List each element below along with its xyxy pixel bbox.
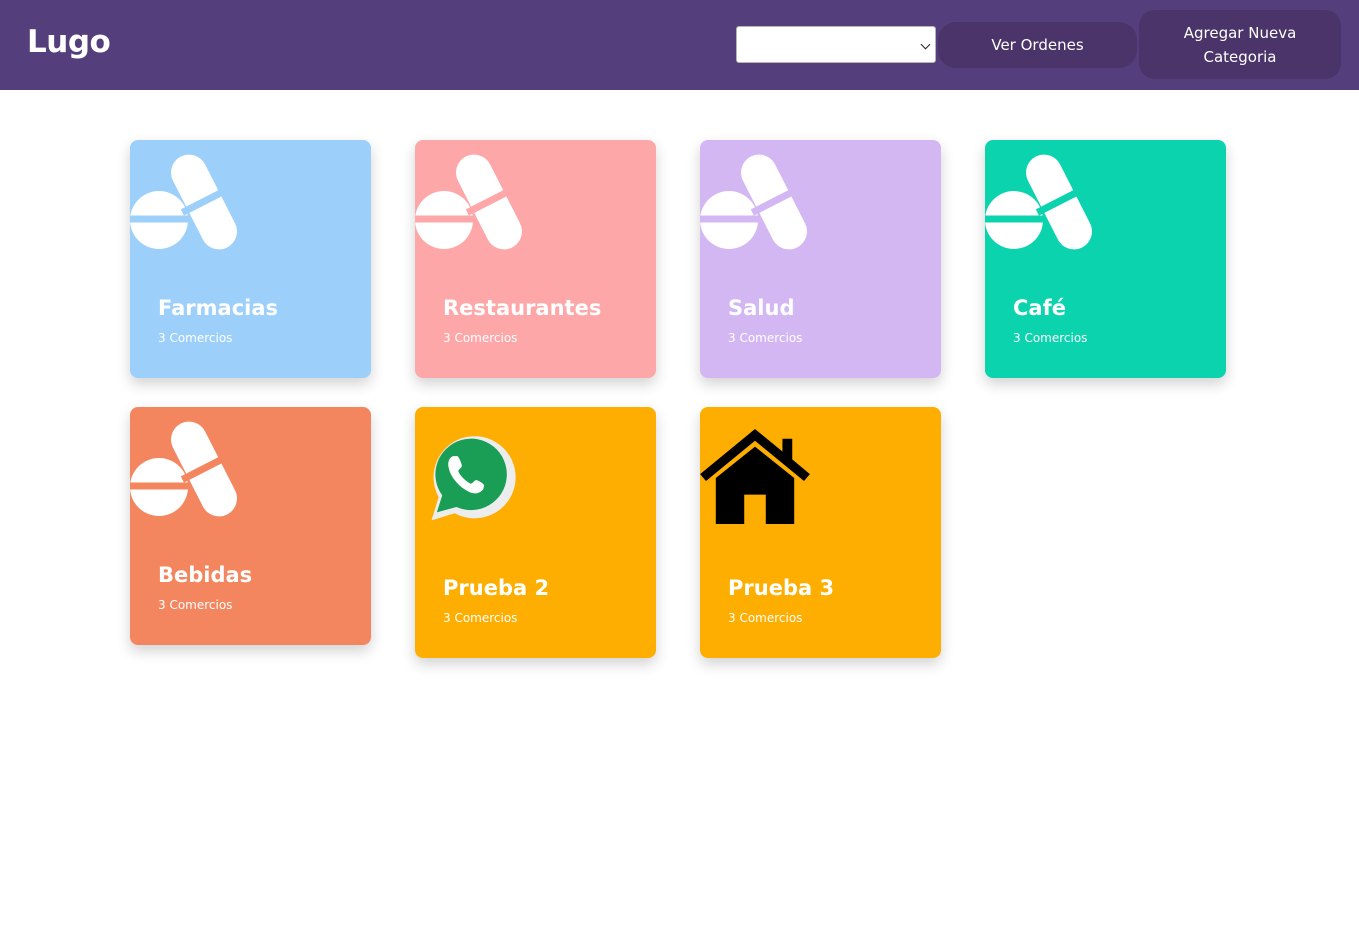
category-subtitle: 3 Comercios (443, 331, 518, 345)
category-card-prueba-3[interactable]: Prueba 3 3 Comercios (700, 407, 941, 658)
category-title: Café (1013, 296, 1066, 320)
pills-icon (130, 154, 237, 250)
chevron-down-icon (920, 39, 931, 50)
category-subtitle: 3 Comercios (728, 331, 803, 345)
brand-logo[interactable]: Lugo (27, 22, 111, 62)
top-navbar: Lugo Ver Ordenes Agregar Nueva Categoria (0, 0, 1359, 90)
view-orders-button[interactable]: Ver Ordenes (938, 22, 1137, 68)
category-card-prueba-2[interactable]: Prueba 2 3 Comercios (415, 407, 656, 658)
pills-icon (130, 421, 237, 517)
pills-icon (985, 154, 1092, 250)
house-icon (700, 429, 810, 525)
add-category-button[interactable]: Agregar Nueva Categoria (1139, 10, 1341, 79)
category-subtitle: 3 Comercios (158, 598, 233, 612)
category-subtitle: 3 Comercios (1013, 331, 1088, 345)
category-card-salud[interactable]: Salud 3 Comercios (700, 140, 941, 378)
category-title: Prueba 3 (728, 576, 835, 600)
category-title: Restaurantes (443, 296, 602, 320)
category-subtitle: 3 Comercios (728, 611, 803, 625)
category-title: Prueba 2 (443, 576, 550, 600)
category-card-cafe[interactable]: Café 3 Comercios (985, 140, 1226, 378)
category-select[interactable] (736, 26, 936, 63)
pills-icon (415, 154, 522, 250)
category-title: Salud (728, 296, 795, 320)
category-card-farmacias[interactable]: Farmacias 3 Comercios (130, 140, 371, 378)
pills-icon (700, 154, 807, 250)
category-title: Farmacias (158, 296, 279, 320)
category-card-restaurantes[interactable]: Restaurantes 3 Comercios (415, 140, 656, 378)
whatsapp-icon (431, 436, 516, 521)
category-card-bebidas[interactable]: Bebidas 3 Comercios (130, 407, 371, 645)
category-subtitle: 3 Comercios (443, 611, 518, 625)
category-subtitle: 3 Comercios (158, 331, 233, 345)
category-title: Bebidas (158, 563, 253, 587)
